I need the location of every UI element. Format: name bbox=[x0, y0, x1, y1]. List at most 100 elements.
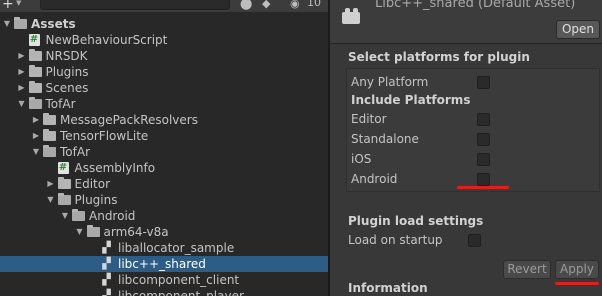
filter-by-type-icon[interactable]: ⬤ bbox=[240, 0, 252, 10]
information-section-title: Information bbox=[348, 281, 428, 295]
tree-item-label: Scenes bbox=[45, 81, 89, 95]
tree-folder-row[interactable]: ▼ TofAr bbox=[0, 96, 328, 112]
folder-icon bbox=[28, 65, 42, 77]
any-platform-checkbox[interactable] bbox=[477, 76, 490, 89]
platform-row-standalone: Standalone bbox=[351, 129, 591, 149]
tree-folder-row[interactable]: ▶ MessagePackResolvers bbox=[0, 112, 328, 128]
tree-asset-row[interactable]: ▞ libcomponent_player bbox=[0, 288, 328, 296]
chevron-down-icon[interactable]: ▼ bbox=[16, 0, 21, 7]
expanded-arrow-icon[interactable]: ▼ bbox=[31, 144, 41, 160]
collapsed-arrow-icon[interactable]: ▶ bbox=[46, 176, 56, 192]
tree-item-label: Assets bbox=[31, 17, 76, 31]
tree-folder-row[interactable]: ▶ TensorFlowLite bbox=[0, 128, 328, 144]
hidden-packages-icon[interactable]: ◉ bbox=[290, 0, 300, 10]
revert-button[interactable]: Revert bbox=[503, 260, 551, 279]
csharp-script-icon: # bbox=[28, 34, 40, 46]
plugin-asset-icon: ▞ bbox=[102, 289, 111, 296]
tree-asset-row[interactable]: ▞ liballocator_sample bbox=[0, 240, 328, 256]
platform-label: Standalone bbox=[351, 132, 419, 146]
tree-item-label: NewBehaviourScript bbox=[45, 33, 168, 47]
tree-item-label: TofAr bbox=[45, 97, 76, 111]
tree-folder-row[interactable]: ▶ Plugins bbox=[0, 64, 328, 80]
expanded-arrow-icon[interactable]: ▼ bbox=[2, 16, 12, 32]
folder-open-icon bbox=[43, 145, 56, 157]
standalone-checkbox[interactable] bbox=[477, 133, 490, 146]
include-platforms-heading: Include Platforms bbox=[351, 93, 471, 107]
tree-item-label: TofAr bbox=[60, 145, 90, 159]
folder-icon bbox=[43, 129, 56, 141]
platform-settings-box: Any Platform Include Platforms Editor St… bbox=[346, 68, 600, 192]
apply-button[interactable]: Apply bbox=[555, 260, 599, 279]
asset-title: Libc++_shared (Default Asset) bbox=[375, 0, 576, 11]
folder-icon bbox=[43, 113, 56, 125]
search-input[interactable] bbox=[40, 0, 230, 10]
label-tag-icon[interactable]: ◆ bbox=[262, 0, 270, 10]
folder-open-icon bbox=[14, 17, 27, 29]
tree-folder-row[interactable]: ▼ arm64-v8a bbox=[0, 224, 328, 240]
folder-icon bbox=[28, 81, 42, 93]
plugin-asset-icon: ▞ bbox=[102, 257, 111, 270]
platform-label: Editor bbox=[351, 112, 387, 126]
collapsed-arrow-icon[interactable]: ▶ bbox=[17, 48, 27, 64]
project-toolbar: + ▼ ⬤ ◆ ◉ 10 bbox=[0, 0, 328, 12]
folder-open-icon bbox=[28, 97, 42, 109]
tree-item-label: libc++_shared bbox=[118, 257, 206, 271]
editor-checkbox[interactable] bbox=[477, 113, 490, 126]
tree-item-label: Editor bbox=[74, 177, 111, 191]
load-on-startup-label: Load on startup bbox=[348, 233, 443, 247]
tree-asset-row[interactable]: # AssemblyInfo bbox=[0, 160, 328, 176]
android-checkbox[interactable] bbox=[477, 173, 490, 186]
plugin-asset-icon: ▞ bbox=[102, 241, 111, 254]
csharp-script-icon: # bbox=[57, 162, 69, 174]
expanded-arrow-icon[interactable]: ▼ bbox=[17, 96, 27, 112]
tree-item-label: AssemblyInfo bbox=[74, 161, 156, 175]
expanded-arrow-icon[interactable]: ▼ bbox=[75, 224, 85, 240]
any-platform-label: Any Platform bbox=[351, 75, 429, 89]
load-on-startup-row: Load on startup bbox=[348, 230, 588, 250]
load-settings-section-title: Plugin load settings bbox=[348, 214, 484, 228]
load-on-startup-checkbox[interactable] bbox=[468, 234, 481, 247]
tree-item-label: NRSDK bbox=[45, 49, 88, 63]
platform-row-ios: iOS bbox=[351, 149, 591, 169]
plugin-asset-icon bbox=[342, 6, 360, 26]
ios-checkbox[interactable] bbox=[477, 153, 490, 166]
tree-asset-row[interactable]: ▞ libcomponent_client bbox=[0, 272, 328, 288]
annotation-underline-android bbox=[457, 186, 509, 189]
inspector-panel: Libc++_shared (Default Asset) Open Selec… bbox=[330, 0, 602, 296]
expanded-arrow-icon[interactable]: ▼ bbox=[60, 208, 70, 224]
tree-asset-row[interactable]: # NewBehaviourScript bbox=[0, 32, 328, 48]
folder-icon bbox=[28, 49, 42, 61]
tree-folder-row[interactable]: ▼ Assets bbox=[0, 16, 328, 32]
add-icon[interactable]: + bbox=[2, 0, 14, 12]
folder-icon bbox=[57, 177, 71, 189]
platform-row-editor: Editor bbox=[351, 109, 591, 129]
tree-folder-row[interactable]: ▶ Scenes bbox=[0, 80, 328, 96]
open-button[interactable]: Open bbox=[556, 20, 600, 39]
folder-open-icon bbox=[86, 225, 100, 237]
plugin-asset-icon: ▞ bbox=[102, 273, 111, 286]
collapsed-arrow-icon[interactable]: ▶ bbox=[31, 128, 41, 144]
folder-open-icon bbox=[72, 209, 85, 221]
tree-item-label: Plugins bbox=[74, 193, 118, 207]
tree-item-label: Plugins bbox=[45, 65, 89, 79]
folder-open-icon bbox=[57, 193, 71, 205]
tree-item-label: liballocator_sample bbox=[118, 241, 235, 255]
tree-folder-row[interactable]: ▼ Android bbox=[0, 208, 328, 224]
inspector-header: Libc++_shared (Default Asset) Open bbox=[330, 0, 602, 44]
tree-folder-row[interactable]: ▶ Editor bbox=[0, 176, 328, 192]
tree-folder-row[interactable]: ▼ Plugins bbox=[0, 192, 328, 208]
collapsed-arrow-icon[interactable]: ▶ bbox=[17, 64, 27, 80]
platforms-section-title: Select platforms for plugin bbox=[348, 50, 530, 64]
collapsed-arrow-icon[interactable]: ▶ bbox=[17, 80, 27, 96]
tree-folder-row[interactable]: ▼ TofAr bbox=[0, 144, 328, 160]
collapsed-arrow-icon[interactable]: ▶ bbox=[31, 112, 41, 128]
project-panel: + ▼ ⬤ ◆ ◉ 10 ▼ Assets # NewBehaviourScript ▶… bbox=[0, 0, 328, 296]
tree-asset-row[interactable]: ▞ libc++_shared bbox=[0, 256, 328, 272]
annotation-underline-apply bbox=[555, 282, 599, 285]
tree-item-label: TensorFlowLite bbox=[60, 129, 149, 143]
expanded-arrow-icon[interactable]: ▼ bbox=[46, 192, 56, 208]
tree-item-label: arm64-v8a bbox=[103, 225, 169, 239]
tree-item-label: Android bbox=[89, 209, 136, 223]
tree-item-label: libcomponent_player bbox=[118, 289, 244, 296]
tree-folder-row[interactable]: ▶ NRSDK bbox=[0, 48, 328, 64]
